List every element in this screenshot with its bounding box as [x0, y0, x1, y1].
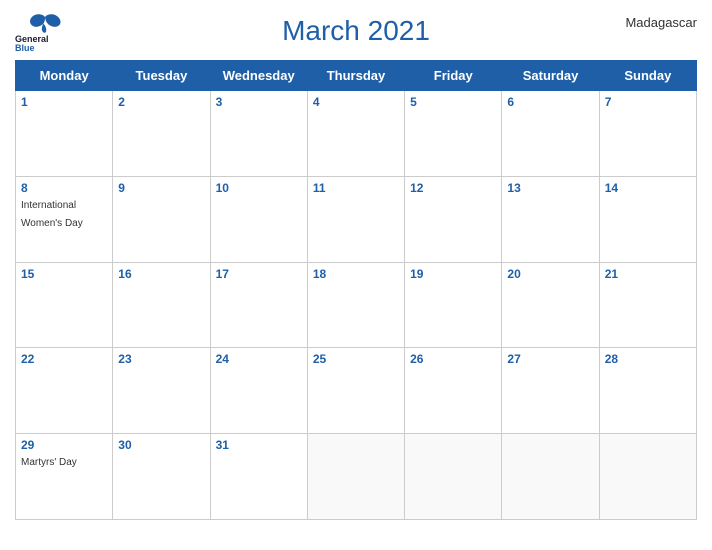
calendar-cell: 28: [599, 348, 696, 434]
day-number: 28: [605, 352, 691, 366]
day-number: 25: [313, 352, 399, 366]
calendar-week-5: 29 Martyrs' Day 30 31: [16, 434, 697, 520]
day-number: 15: [21, 267, 107, 281]
calendar-cell: 8 International Women's Day: [16, 176, 113, 262]
weekday-thursday: Thursday: [307, 61, 404, 91]
day-number: 16: [118, 267, 204, 281]
day-number: 24: [216, 352, 302, 366]
calendar-cell: 27: [502, 348, 599, 434]
calendar-cell: 16: [113, 262, 210, 348]
day-number: 27: [507, 352, 593, 366]
calendar-cell: 29 Martyrs' Day: [16, 434, 113, 520]
calendar-cell: 4: [307, 91, 404, 177]
day-number: 7: [605, 95, 691, 109]
calendar-cell: 6: [502, 91, 599, 177]
calendar-cell: 1: [16, 91, 113, 177]
calendar-cell: 14: [599, 176, 696, 262]
day-number: 29: [21, 438, 107, 452]
calendar-cell: 25: [307, 348, 404, 434]
weekday-friday: Friday: [405, 61, 502, 91]
day-number: 20: [507, 267, 593, 281]
day-number: 6: [507, 95, 593, 109]
calendar-cell: 13: [502, 176, 599, 262]
calendar-container: General Blue March 2021 Madagascar Monda…: [0, 0, 712, 550]
weekday-wednesday: Wednesday: [210, 61, 307, 91]
day-number: 9: [118, 181, 204, 195]
calendar-cell: 2: [113, 91, 210, 177]
day-number: 19: [410, 267, 496, 281]
calendar-header: General Blue March 2021 Madagascar: [15, 10, 697, 52]
calendar-cell: 5: [405, 91, 502, 177]
day-number: 12: [410, 181, 496, 195]
calendar-week-3: 15 16 17 18 19 20 21: [16, 262, 697, 348]
calendar-cell: 30: [113, 434, 210, 520]
calendar-cell: 21: [599, 262, 696, 348]
calendar-cell: 26: [405, 348, 502, 434]
weekday-tuesday: Tuesday: [113, 61, 210, 91]
calendar-cell: 10: [210, 176, 307, 262]
day-number: 4: [313, 95, 399, 109]
day-number: 21: [605, 267, 691, 281]
day-number: 13: [507, 181, 593, 195]
day-number: 2: [118, 95, 204, 109]
country-label: Madagascar: [625, 15, 697, 30]
calendar-cell: 18: [307, 262, 404, 348]
calendar-week-1: 1234567: [16, 91, 697, 177]
day-number: 14: [605, 181, 691, 195]
month-title: March 2021: [282, 15, 430, 47]
calendar-cell: 19: [405, 262, 502, 348]
logo: General Blue: [15, 12, 75, 52]
day-number: 23: [118, 352, 204, 366]
calendar-cell: 11: [307, 176, 404, 262]
calendar-cell: 12: [405, 176, 502, 262]
day-number: 17: [216, 267, 302, 281]
day-number: 26: [410, 352, 496, 366]
calendar-cell: 15: [16, 262, 113, 348]
calendar-cell: 9: [113, 176, 210, 262]
calendar-cell: 7: [599, 91, 696, 177]
weekday-header-row: Monday Tuesday Wednesday Thursday Friday…: [16, 61, 697, 91]
calendar-cell: 22: [16, 348, 113, 434]
calendar-cell: 3: [210, 91, 307, 177]
calendar-cell: [502, 434, 599, 520]
calendar-week-4: 22 23 24 25 26 27 28: [16, 348, 697, 434]
day-number: 22: [21, 352, 107, 366]
calendar-cell: 20: [502, 262, 599, 348]
day-number: 30: [118, 438, 204, 452]
weekday-saturday: Saturday: [502, 61, 599, 91]
calendar-cell: 31: [210, 434, 307, 520]
calendar-week-2: 8 International Women's Day 9 10 11 12 13 14: [16, 176, 697, 262]
day-number: 18: [313, 267, 399, 281]
calendar-cell: 17: [210, 262, 307, 348]
svg-text:Blue: Blue: [15, 43, 35, 52]
day-number: 1: [21, 95, 107, 109]
calendar-cell: [307, 434, 404, 520]
logo-svg: General Blue: [15, 12, 75, 52]
event-label: Martyrs' Day: [21, 457, 77, 468]
day-number: 11: [313, 181, 399, 195]
weekday-sunday: Sunday: [599, 61, 696, 91]
calendar-cell: [599, 434, 696, 520]
day-number: 3: [216, 95, 302, 109]
day-number: 10: [216, 181, 302, 195]
calendar-cell: 24: [210, 348, 307, 434]
calendar-cell: 23: [113, 348, 210, 434]
calendar-cell: [405, 434, 502, 520]
event-label: International Women's Day: [21, 200, 83, 229]
weekday-monday: Monday: [16, 61, 113, 91]
calendar-table: Monday Tuesday Wednesday Thursday Friday…: [15, 60, 697, 520]
day-number: 5: [410, 95, 496, 109]
day-number: 8: [21, 181, 107, 195]
day-number: 31: [216, 438, 302, 452]
